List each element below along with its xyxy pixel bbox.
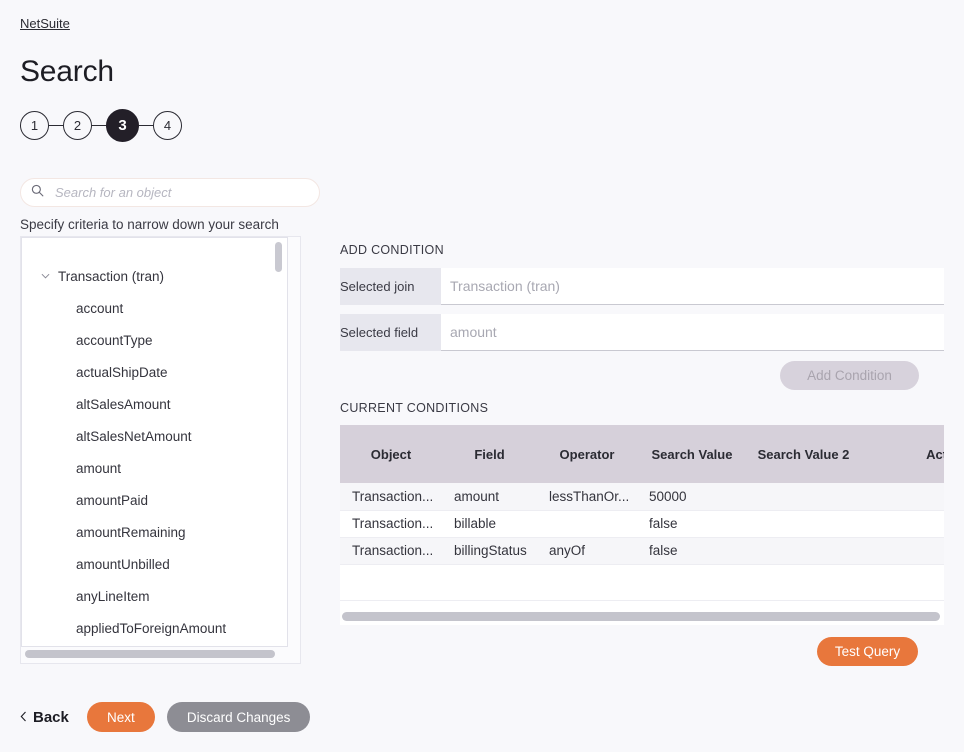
selected-field-row: Selected field amount	[340, 314, 944, 351]
tree-node-root[interactable]: Transaction (tran)	[22, 260, 287, 292]
selected-join-row: Selected join Transaction (tran)	[340, 268, 944, 305]
cell-operator: anyOf	[537, 537, 637, 565]
step-3[interactable]: 3	[106, 109, 139, 142]
table-row[interactable]: Transaction... amount lessThanOr... 5000…	[340, 483, 944, 511]
search-icon	[31, 184, 44, 202]
back-button[interactable]: Back	[20, 709, 75, 726]
tree-item-amount[interactable]: amount	[22, 452, 287, 484]
table-row[interactable]: Transaction... billable false	[340, 510, 944, 538]
search-wizard-page: NetSuite Search 1 2 3 4 Specify criteria…	[0, 0, 964, 752]
breadcrumb-netsuite[interactable]: NetSuite	[20, 16, 70, 31]
next-button[interactable]: Next	[86, 702, 155, 732]
column-header-field[interactable]: Field	[442, 425, 537, 483]
cell-search-value: false	[637, 537, 747, 565]
table-horizontal-scrollbar-thumb[interactable]	[342, 612, 940, 621]
cell-actions[interactable]	[860, 510, 944, 538]
column-header-operator[interactable]: Operator	[537, 425, 637, 483]
selected-field-label: Selected field	[340, 325, 419, 340]
object-tree-panel: Transaction (tran) account accountType a…	[20, 236, 301, 664]
page-title: Search	[20, 55, 114, 88]
current-conditions-table: Object Field Operator Search Value Searc…	[340, 425, 944, 601]
tree-vertical-scrollbar-thumb[interactable]	[275, 242, 282, 272]
add-condition-button[interactable]: Add Condition	[780, 361, 919, 390]
column-header-object[interactable]: Object	[340, 425, 442, 483]
tree-vertical-scrollbar[interactable]	[275, 242, 282, 644]
cell-field: billingStatus	[442, 537, 537, 565]
table-horizontal-scrollbar[interactable]	[342, 612, 944, 621]
tree-item-anyLineItem[interactable]: anyLineItem	[22, 580, 287, 612]
selected-join-label: Selected join	[340, 279, 415, 294]
column-header-search-value[interactable]: Search Value	[637, 425, 747, 483]
table-header-row: Object Field Operator Search Value Searc…	[340, 425, 944, 483]
discard-changes-button[interactable]: Discard Changes	[166, 702, 311, 732]
search-input[interactable]	[53, 179, 309, 206]
cell-search-value: 50000	[637, 483, 747, 511]
tree-item-amountRemaining[interactable]: amountRemaining	[22, 516, 287, 548]
cell-object: Transaction...	[340, 510, 442, 538]
wizard-footer-nav: Back Next Discard Changes	[20, 702, 311, 732]
tree-item-actualShipDate[interactable]: actualShipDate	[22, 356, 287, 388]
object-tree-list: Transaction (tran) account accountType a…	[22, 238, 287, 644]
tree-item-altSalesAmount[interactable]: altSalesAmount	[22, 388, 287, 420]
tree-item-account[interactable]: account	[22, 292, 287, 324]
step-connector	[92, 124, 106, 127]
criteria-hint: Specify criteria to narrow down your sea…	[20, 217, 279, 232]
cell-search-value-2	[747, 537, 860, 565]
step-1[interactable]: 1	[20, 111, 49, 140]
table-empty-row	[340, 564, 944, 601]
tree-item-accountType[interactable]: accountType	[22, 324, 287, 356]
back-button-label: Back	[33, 708, 69, 726]
cell-search-value-2	[747, 510, 860, 538]
wizard-stepper: 1 2 3 4	[20, 109, 182, 142]
cell-search-value: false	[637, 510, 747, 538]
cell-field: amount	[442, 483, 537, 511]
step-connector	[139, 124, 153, 127]
current-conditions-section-label: CURRENT CONDITIONS	[340, 401, 489, 415]
object-search-box[interactable]	[20, 178, 320, 207]
column-header-search-value-2[interactable]: Search Value 2	[747, 425, 860, 483]
selected-field-field[interactable]: amount	[441, 314, 944, 351]
column-header-actions[interactable]: Actions	[860, 425, 944, 483]
chevron-left-icon	[20, 709, 27, 726]
chevron-down-icon[interactable]	[38, 273, 52, 279]
tree-horizontal-scrollbar-thumb[interactable]	[25, 650, 275, 658]
selected-join-field[interactable]: Transaction (tran)	[441, 268, 944, 305]
tree-item-altSalesNetAmount[interactable]: altSalesNetAmount	[22, 420, 287, 452]
cell-operator	[537, 510, 637, 538]
step-2[interactable]: 2	[63, 111, 92, 140]
test-query-button[interactable]: Test Query	[817, 637, 918, 666]
tree-horizontal-scrollbar[interactable]	[25, 650, 296, 658]
current-conditions-table-wrap: Object Field Operator Search Value Searc…	[340, 425, 944, 625]
tree-item-amountPaid[interactable]: amountPaid	[22, 484, 287, 516]
cell-search-value-2	[747, 483, 860, 511]
table-row[interactable]: Transaction... billingStatus anyOf false	[340, 537, 944, 565]
add-condition-section-label: ADD CONDITION	[340, 243, 444, 257]
object-tree-scroll-area[interactable]: Transaction (tran) account accountType a…	[21, 237, 288, 647]
tree-node-root-label: Transaction (tran)	[58, 268, 165, 284]
step-4[interactable]: 4	[153, 111, 182, 140]
tree-item-appliedToForeignAmount[interactable]: appliedToForeignAmount	[22, 612, 287, 644]
cell-actions[interactable]	[860, 537, 944, 565]
cell-operator: lessThanOr...	[537, 483, 637, 511]
tree-item-amountUnbilled[interactable]: amountUnbilled	[22, 548, 287, 580]
cell-field: billable	[442, 510, 537, 538]
cell-object: Transaction...	[340, 537, 442, 565]
cell-object: Transaction...	[340, 483, 442, 511]
step-connector	[49, 124, 63, 127]
cell-actions[interactable]	[860, 483, 944, 511]
